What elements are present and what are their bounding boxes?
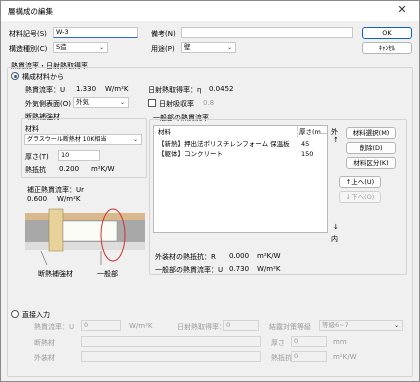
u-value: 1.330 <box>76 85 97 93</box>
outer-value: 外気 <box>76 98 89 106</box>
general-u-value: 0.730 <box>229 265 250 273</box>
general-part-shape <box>62 220 118 242</box>
insulation-diagram-caption: 断熱補強材 <box>38 270 73 278</box>
use-select[interactable]: 壁 ⌄ <box>181 42 236 53</box>
type-select[interactable]: S造 ⌄ <box>53 42 108 53</box>
wall-inner-layer <box>25 242 145 250</box>
window-title: 層構成の編集 <box>8 7 53 16</box>
insulation-reinforcement-shape <box>48 208 64 252</box>
remark-label: 備考(N) <box>151 30 176 38</box>
grade-select[interactable]: 等級6~7 ⌄ <box>319 320 403 331</box>
ext-r-unit: m²K/W <box>257 252 281 260</box>
col-material-header: 材料 <box>158 128 171 136</box>
material-class-button[interactable]: 材料区分(K) <box>346 157 396 169</box>
layer-list[interactable]: 材料 厚さ(m... 【新熱】押出法ポリスチレンフォーム 保温板 ... 45 … <box>153 125 328 233</box>
direct-input-label: 直接入力 <box>22 311 50 319</box>
absorb-value: 0.8 <box>203 99 215 107</box>
title-bar: 層構成の編集 ✕ <box>1 1 419 21</box>
use-value: 壁 <box>184 43 191 51</box>
dialog-window: 層構成の編集 ✕ 材料記号(S) W-3 備考(N) OK 構造種別(C) S造… <box>0 0 420 382</box>
ext-r-label: 外装材の熱抵抗：R <box>155 253 216 261</box>
outer-label: 外気側表面(O) <box>25 100 71 108</box>
corrected-u-label: 補正熱貫流率：Ur <box>27 186 85 194</box>
direct-thickness-label: 厚さ <box>271 339 285 347</box>
outer-select[interactable]: 外気 ⌄ <box>73 97 129 108</box>
wall-top-layer <box>25 213 145 220</box>
corrected-u-value: 0.600 <box>27 195 48 203</box>
chevron-down-icon: ⌄ <box>226 44 232 51</box>
type-label: 構造種別(C) <box>9 45 48 53</box>
leader-line <box>40 250 48 266</box>
direct-insulation-input[interactable] <box>81 336 261 347</box>
corrected-u-unit: W/m²K <box>57 195 81 203</box>
composition-radio-label: 構成材料から <box>22 73 64 81</box>
cancel-button[interactable]: ｷｬﾝｾﾙ <box>362 42 412 54</box>
move-up-button[interactable]: ↑上へ(U) <box>339 176 381 188</box>
composition-radio[interactable] <box>11 72 19 80</box>
u-label: 熱貫流率：U <box>25 86 66 94</box>
remark-input[interactable] <box>181 27 353 38</box>
inside-label: 内 <box>331 235 338 243</box>
use-label: 用途(P) <box>151 45 175 53</box>
layer-row-material[interactable]: 【新熱】押出法ポリスチレンフォーム 保温板 ... <box>158 139 296 149</box>
insulation-material-value: グラスウール断熱材 10K相当 <box>27 136 107 143</box>
chevron-down-icon: ⌄ <box>132 136 138 143</box>
direct-eta-input[interactable]: 0 <box>223 320 259 331</box>
column-divider <box>297 126 298 138</box>
direct-u-unit: W/m²K <box>129 322 153 330</box>
resist-value: 0.200 <box>59 165 80 173</box>
eta-value: 0.0452 <box>209 85 234 93</box>
chevron-down-icon: ⌄ <box>119 99 125 106</box>
close-icon[interactable]: ✕ <box>391 2 413 18</box>
direct-resist-label: 熱抵抗 <box>271 354 292 362</box>
general-diagram-caption: 一般部 <box>97 270 118 278</box>
grade-value: 等級6~7 <box>322 321 349 329</box>
direct-resist-input[interactable]: 0 <box>291 351 327 362</box>
up-arrow-icon: ↑ <box>333 136 339 144</box>
select-material-button[interactable]: 材料選択(M) <box>346 127 396 139</box>
direct-exterior-input[interactable] <box>81 351 261 362</box>
type-value: S造 <box>56 43 67 51</box>
absorb-checkbox[interactable] <box>148 99 156 107</box>
insulation-material-select[interactable]: グラスウール断熱材 10K相当 ⌄ <box>24 134 142 145</box>
direct-exterior-label: 外装材 <box>34 354 55 362</box>
absorb-label: 日射吸収率 <box>159 100 194 108</box>
insulation-material-label: 材料 <box>25 125 39 133</box>
delete-button[interactable]: 削除(D) <box>346 142 396 154</box>
direct-input-radio[interactable] <box>11 310 19 318</box>
direct-thickness-input[interactable]: 0 <box>291 336 327 347</box>
grade-label: 結露対策等級 <box>269 323 311 331</box>
ext-r-value: 0.000 <box>229 252 250 260</box>
direct-thickness-unit: mm <box>333 338 347 346</box>
direct-resist-unit: m²K/W <box>333 353 357 361</box>
move-down-button[interactable]: ↓下へ(O) <box>339 191 381 203</box>
down-arrow-icon: ↓ <box>333 223 339 231</box>
resist-unit: m²K/W <box>91 165 115 173</box>
code-input[interactable]: W-3 <box>53 27 138 38</box>
general-u-unit: W/m²K <box>257 265 281 273</box>
eta-label: 日射熱取得率：η <box>148 86 202 94</box>
col-thickness-header: 厚さ(m... <box>299 128 328 136</box>
direct-insulation-label: 断熱材 <box>34 339 55 347</box>
thickness-input[interactable]: 10 <box>58 150 100 161</box>
layer-row-thickness[interactable]: 150 <box>301 149 313 159</box>
direct-u-input[interactable]: 0 <box>81 320 121 331</box>
thickness-label: 厚さ(T) <box>25 153 49 161</box>
chevron-down-icon: ⌄ <box>98 44 104 51</box>
direct-u-label: 熱貫流率：U <box>34 323 75 331</box>
general-u-label: 一般部の熱貫流率：U <box>155 266 224 274</box>
layer-row-thickness[interactable]: 45 <box>301 139 309 149</box>
layer-row-material[interactable]: 【躯体】コンクリート <box>158 149 296 159</box>
resist-label: 熱抵抗 <box>25 166 46 174</box>
code-label: 材料記号(S) <box>9 30 47 38</box>
chevron-down-icon: ⌄ <box>393 322 399 329</box>
u-unit: W/m²K <box>105 85 129 93</box>
ok-button[interactable]: OK <box>362 27 412 39</box>
